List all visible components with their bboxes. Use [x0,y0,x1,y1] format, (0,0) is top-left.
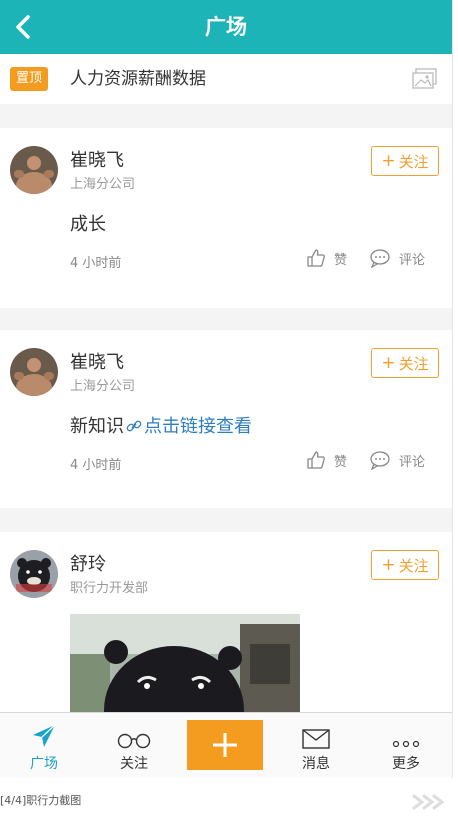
follow-button[interactable]: + 关注 [371,550,439,580]
feed-card: 崔晓飞 上海分公司 + 关注 成长 4 小时前 赞 评论 [0,128,452,308]
tab-label: 广场 [30,756,58,772]
post-time: 4 小时前 [70,458,122,473]
avatar[interactable] [10,348,58,396]
top-bar: 广场 [0,0,452,54]
tab-follow[interactable]: 关注 [96,713,172,778]
plus-icon [213,733,237,757]
plus-icon: + [381,353,396,373]
author-department: 上海分公司 [70,379,136,394]
comment-label: 评论 [399,252,426,268]
link-icon [126,420,142,432]
post-image[interactable] [70,614,300,724]
post-content: 新知识 点击链接查看 [70,412,252,438]
send-icon [33,724,56,747]
app-screen: 广场 置顶 人力资源薪酬数据 崔晓飞 上海分公司 + 关注 成长 4 小时前 赞… [0,0,452,778]
like-button[interactable]: 赞 [306,248,347,268]
tab-label: 消息 [302,756,330,772]
author-name[interactable]: 崔晓飞 [70,146,124,172]
post-link[interactable]: 点击链接查看 [144,416,252,437]
feed-card: 崔晓飞 上海分公司 + 关注 新知识 点击链接查看 4 小时前 赞 评论 [0,330,452,508]
post-actions: 赞 评论 [306,248,425,268]
avatar[interactable] [10,146,58,194]
pinned-badge: 置顶 [10,67,49,91]
like-label: 赞 [334,252,348,268]
feed-card: 舒玲 职行力开发部 + 关注 [0,532,452,724]
thumbs-up-icon [307,451,325,469]
post-time: 4 小时前 [70,256,122,271]
author-department: 上海分公司 [70,177,136,192]
page-title: 广场 [205,15,247,39]
plus-icon: + [381,151,396,171]
tab-plaza[interactable]: 广场 [6,713,82,778]
comment-label: 评论 [399,454,426,470]
follow-label: 关注 [398,354,429,373]
tab-label: 关注 [120,756,148,772]
screenshot-caption: [4/4]职行力截图 [0,794,82,807]
tab-messages[interactable]: 消息 [278,713,354,778]
plus-icon: + [381,555,396,575]
follow-button[interactable]: + 关注 [371,348,439,378]
bottom-tab-bar: 广场 关注 消息 更多 [0,712,452,778]
post-actions: 赞 评论 [306,450,425,470]
tab-label: 更多 [392,756,420,772]
envelope-icon [302,729,330,749]
post-text: 新知识 [70,416,124,437]
watermark-logo [412,794,445,810]
glasses-icon [117,733,151,749]
thumbs-up-icon [307,249,325,267]
more-dots-icon [392,740,420,748]
like-label: 赞 [334,454,348,470]
follow-button[interactable]: + 关注 [371,146,439,176]
author-name[interactable]: 崔晓飞 [70,348,124,374]
comment-button[interactable]: 评论 [369,248,425,268]
comment-icon [370,451,390,470]
pinned-post[interactable]: 置顶 人力资源薪酬数据 [0,54,452,104]
like-button[interactable]: 赞 [306,450,347,470]
tab-more[interactable]: 更多 [368,713,444,778]
comment-icon [370,249,390,268]
image-icon [412,68,437,89]
author-name[interactable]: 舒玲 [70,550,106,576]
author-department: 职行力开发部 [70,581,149,596]
follow-label: 关注 [398,152,429,171]
screen-edge [452,0,458,778]
comment-button[interactable]: 评论 [369,450,425,470]
post-content: 成长 [70,214,106,235]
pinned-title[interactable]: 人力资源薪酬数据 [70,54,206,104]
follow-label: 关注 [398,556,429,575]
add-post-button[interactable] [187,720,263,770]
avatar[interactable] [10,550,58,598]
